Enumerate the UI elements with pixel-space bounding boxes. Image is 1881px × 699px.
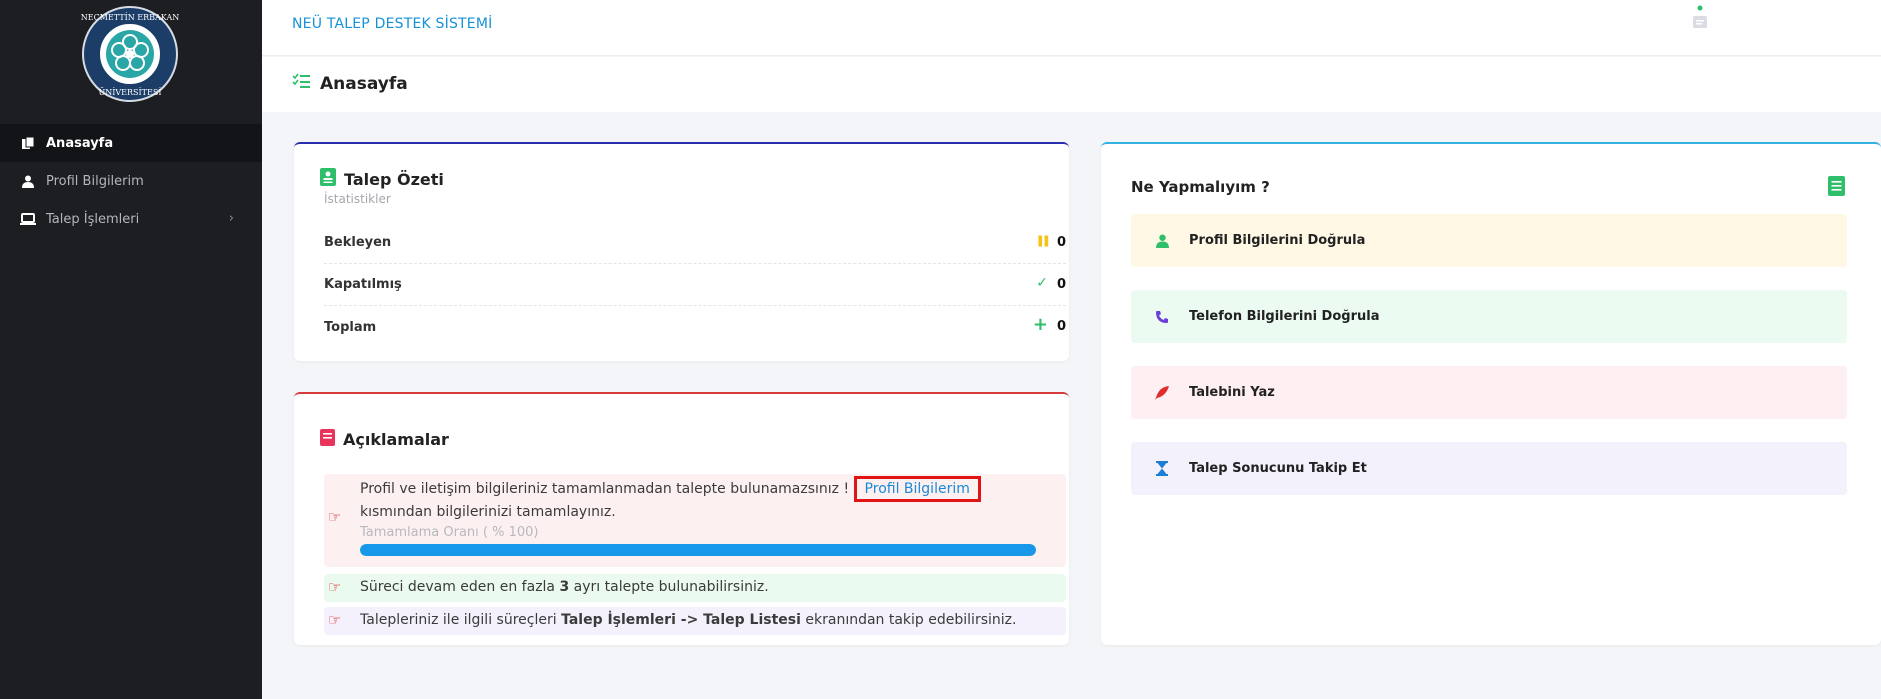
card-title: Talep Özeti <box>320 168 444 190</box>
id-card-icon <box>320 168 336 190</box>
page-title: Anasayfa <box>292 73 408 94</box>
hand-pointer-icon: ☞ <box>328 508 342 526</box>
pause-icon: ❚❚ <box>1035 234 1052 247</box>
card-title: Ne Yapmalıyım ? <box>1131 178 1270 196</box>
note-text-bold: Talep İşlemleri -> Talep Listesi <box>561 612 801 628</box>
copy-icon <box>20 135 36 151</box>
stat-label: Toplam <box>324 319 377 335</box>
svg-text:NECMETTİN ERBAKAN: NECMETTİN ERBAKAN <box>81 13 179 22</box>
feather-icon <box>1151 385 1173 401</box>
completion-progress-bar <box>360 544 1036 556</box>
note-text-after: ekranından takip edebilirsiniz. <box>800 612 1017 628</box>
profil-bilgilerim-link[interactable]: Profil Bilgilerim <box>853 476 981 502</box>
todo-label: Talep Sonucunu Takip Et <box>1189 461 1367 476</box>
note-text-after: kısmından bilgilerinizi tamamlayınız. <box>360 504 616 520</box>
todo-telefon-dogrula[interactable]: Telefon Bilgilerini Doğrula <box>1131 290 1847 343</box>
laptop-icon <box>20 211 36 227</box>
check-icon: ✓ <box>1036 275 1048 291</box>
sidebar-item-label: Anasayfa <box>46 135 114 151</box>
note-text-before: Süreci devam eden en fazla <box>360 579 560 595</box>
sidebar-item-talep-islemleri[interactable]: Talep İşlemleri › <box>0 200 262 238</box>
user-icon <box>1151 234 1173 248</box>
stat-value: 0 <box>1056 235 1066 250</box>
phone-icon <box>1151 310 1173 324</box>
app-title[interactable]: NEÜ TALEP DESTEK SİSTEMİ <box>292 16 492 32</box>
note-text-bold: 3 <box>559 579 570 595</box>
hourglass-icon <box>1151 461 1173 476</box>
stat-value: 0 <box>1056 319 1066 334</box>
progress-fill <box>360 544 1036 556</box>
plus-icon: + <box>1032 314 1048 335</box>
sidebar-item-profil[interactable]: Profil Bilgilerim <box>0 162 262 200</box>
sidebar: NECMETTİN ERBAKAN ÜNİVERSİTESİ Anasayfa … <box>0 0 262 699</box>
stat-row-kapatilmis: Kapatılmış ✓ 0 <box>324 264 1066 306</box>
talep-ozeti-card: Talep Özeti İstatistikler Bekleyen ❚❚ 0 … <box>294 142 1069 361</box>
book-icon <box>320 429 335 450</box>
sidebar-item-anasayfa[interactable]: Anasayfa <box>0 124 262 162</box>
todo-label: Profil Bilgilerini Doğrula <box>1189 233 1366 248</box>
card-title-text: Açıklamalar <box>343 430 449 449</box>
page-header: Anasayfa <box>262 57 1881 112</box>
user-icon <box>20 173 36 189</box>
stat-label: Kapatılmış <box>324 277 402 292</box>
book-icon <box>1828 176 1845 200</box>
note-text-after: ayrı talepte bulunabilirsiniz. <box>569 579 769 595</box>
card-title-text: Talep Özeti <box>344 169 444 189</box>
sidebar-nav: Anasayfa Profil Bilgilerim Talep İşlemle… <box>0 124 262 238</box>
todo-talebini-yaz[interactable]: Talebini Yaz <box>1131 366 1847 419</box>
todo-label: Telefon Bilgilerini Doğrula <box>1189 309 1380 324</box>
page-title-text: Anasayfa <box>320 73 408 94</box>
hand-pointer-icon: ☞ <box>328 578 342 596</box>
note-text-before: Talepleriniz ile ilgili süreçleri <box>360 612 562 628</box>
note-max-requests: ☞ Süreci devam eden en fazla 3 ayrı tale… <box>324 574 1066 602</box>
note-text: Talepleriniz ile ilgili süreçleri Talep … <box>360 612 1016 628</box>
chat-icon[interactable] <box>1690 2 1710 38</box>
note-text: Süreci devam eden en fazla 3 ayrı talept… <box>360 579 769 595</box>
sidebar-item-label: Profil Bilgilerim <box>46 173 144 189</box>
note-profile-required: ☞ Profil ve iletişim bilgileriniz tamaml… <box>324 474 1066 567</box>
list-check-icon <box>292 73 310 94</box>
stat-row-toplam: Toplam + 0 <box>324 306 1066 348</box>
top-header: NEÜ TALEP DESTEK SİSTEMİ <box>262 0 1881 56</box>
university-logo[interactable]: NECMETTİN ERBAKAN ÜNİVERSİTESİ <box>80 4 180 104</box>
sidebar-item-label: Talep İşlemleri <box>46 211 140 227</box>
stat-row-bekleyen: Bekleyen ❚❚ 0 <box>324 222 1066 264</box>
progress-label: Tamamlama Oranı ( % 100) <box>360 525 539 540</box>
card-subtitle: İstatistikler <box>324 192 391 206</box>
todo-label: Talebini Yaz <box>1189 385 1275 400</box>
aciklamalar-card: Açıklamalar ☞ Profil ve iletişim bilgile… <box>294 392 1069 645</box>
note-text: Profil ve iletişim bilgileriniz tamamlan… <box>360 476 981 543</box>
todo-profil-dogrula[interactable]: Profil Bilgilerini Doğrula <box>1131 214 1847 267</box>
stat-label: Bekleyen <box>324 235 392 250</box>
chevron-right-icon: › <box>228 211 234 226</box>
card-title: Açıklamalar <box>320 429 449 450</box>
todo-talep-takip[interactable]: Talep Sonucunu Takip Et <box>1131 442 1847 495</box>
svg-text:ÜNİVERSİTESİ: ÜNİVERSİTESİ <box>99 88 162 97</box>
stat-value: 0 <box>1056 277 1066 292</box>
hand-pointer-icon: ☞ <box>328 611 342 629</box>
logo-area: NECMETTİN ERBAKAN ÜNİVERSİTESİ <box>0 0 262 122</box>
note-text-before: Profil ve iletişim bilgileriniz tamamlan… <box>360 481 850 497</box>
note-track-requests: ☞ Talepleriniz ile ilgili süreçleri Tale… <box>324 607 1066 635</box>
ne-yapmaliyim-card: Ne Yapmalıyım ? Profil Bilgilerini Doğru… <box>1101 142 1881 645</box>
